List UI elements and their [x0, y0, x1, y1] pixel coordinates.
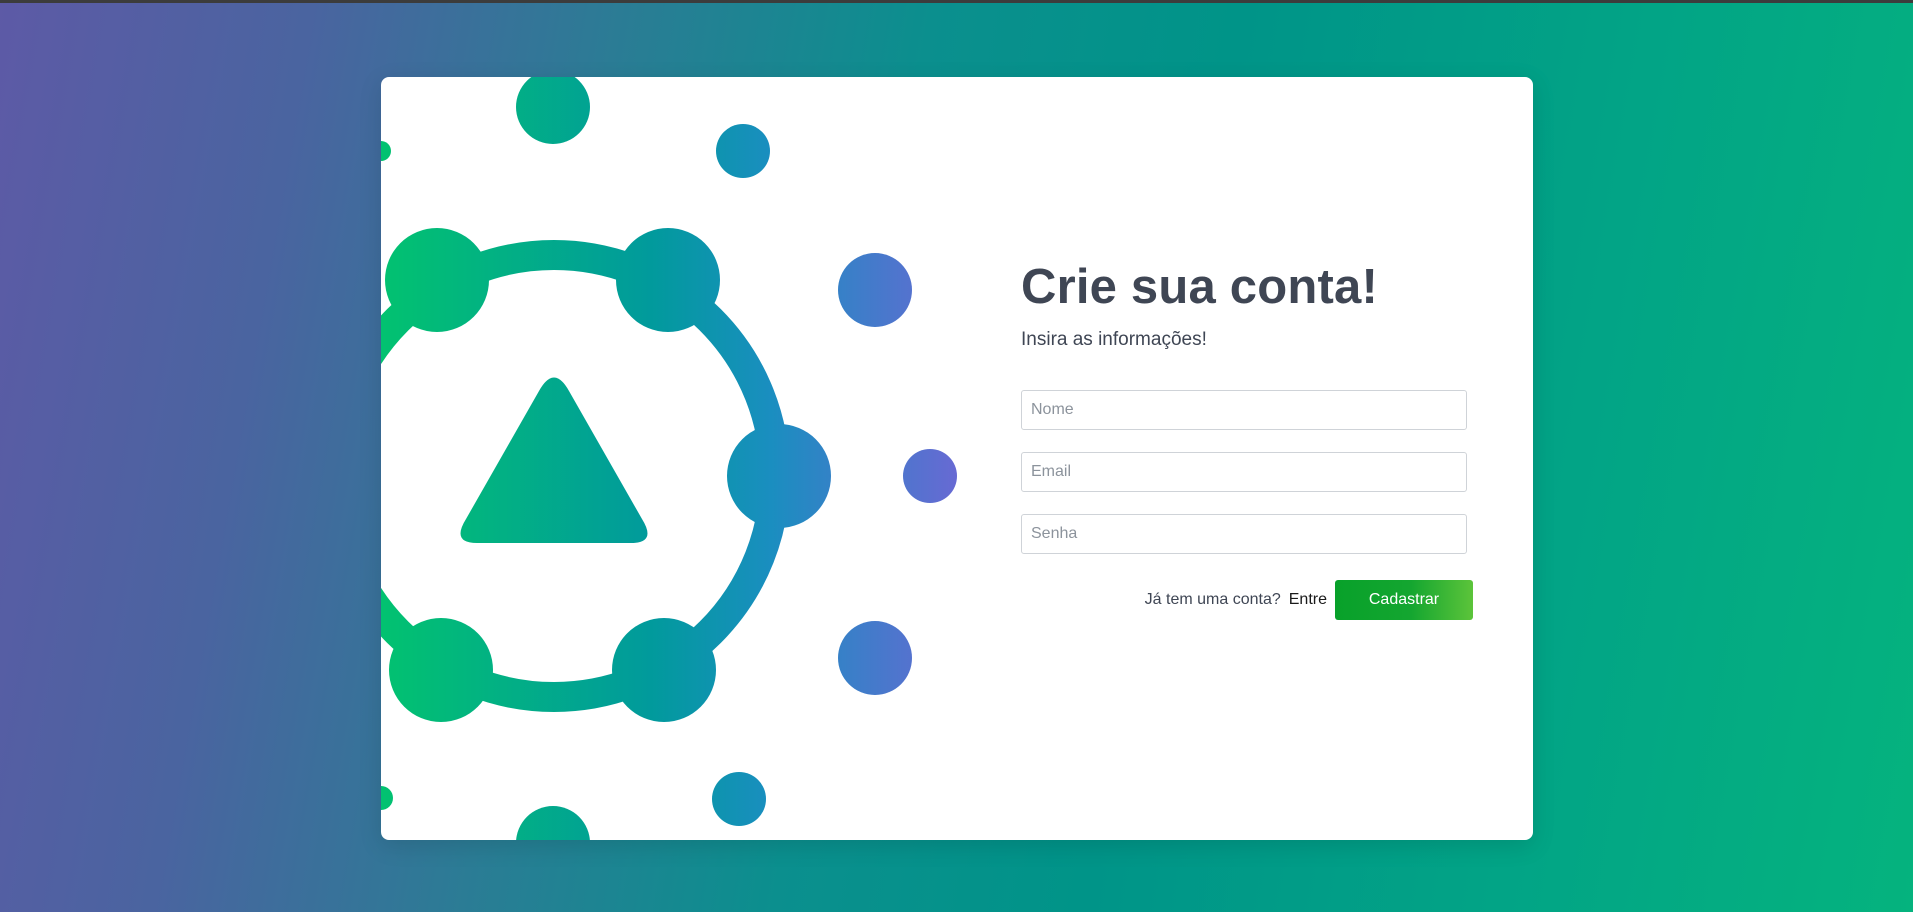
- network-illustration: [381, 77, 981, 840]
- login-prompt-text: Já tem uma conta?: [1144, 591, 1281, 608]
- page-title: Crie sua conta!: [1021, 260, 1378, 314]
- password-field[interactable]: [1021, 514, 1467, 554]
- login-link[interactable]: Entre: [1289, 591, 1327, 609]
- register-button[interactable]: Cadastrar: [1335, 580, 1473, 620]
- signup-card: Crie sua conta! Insira as informações! J…: [381, 77, 1533, 840]
- network-triangle-logo-icon: [381, 77, 957, 840]
- form-actions: Já tem uma conta? Entre Cadastrar: [1145, 580, 1473, 620]
- page-subtitle: Insira as informações!: [1021, 329, 1207, 350]
- signup-form: Crie sua conta! Insira as informações! J…: [1021, 77, 1481, 840]
- name-field[interactable]: [1021, 390, 1467, 430]
- email-field[interactable]: [1021, 452, 1467, 492]
- window-top-border: [0, 0, 1913, 3]
